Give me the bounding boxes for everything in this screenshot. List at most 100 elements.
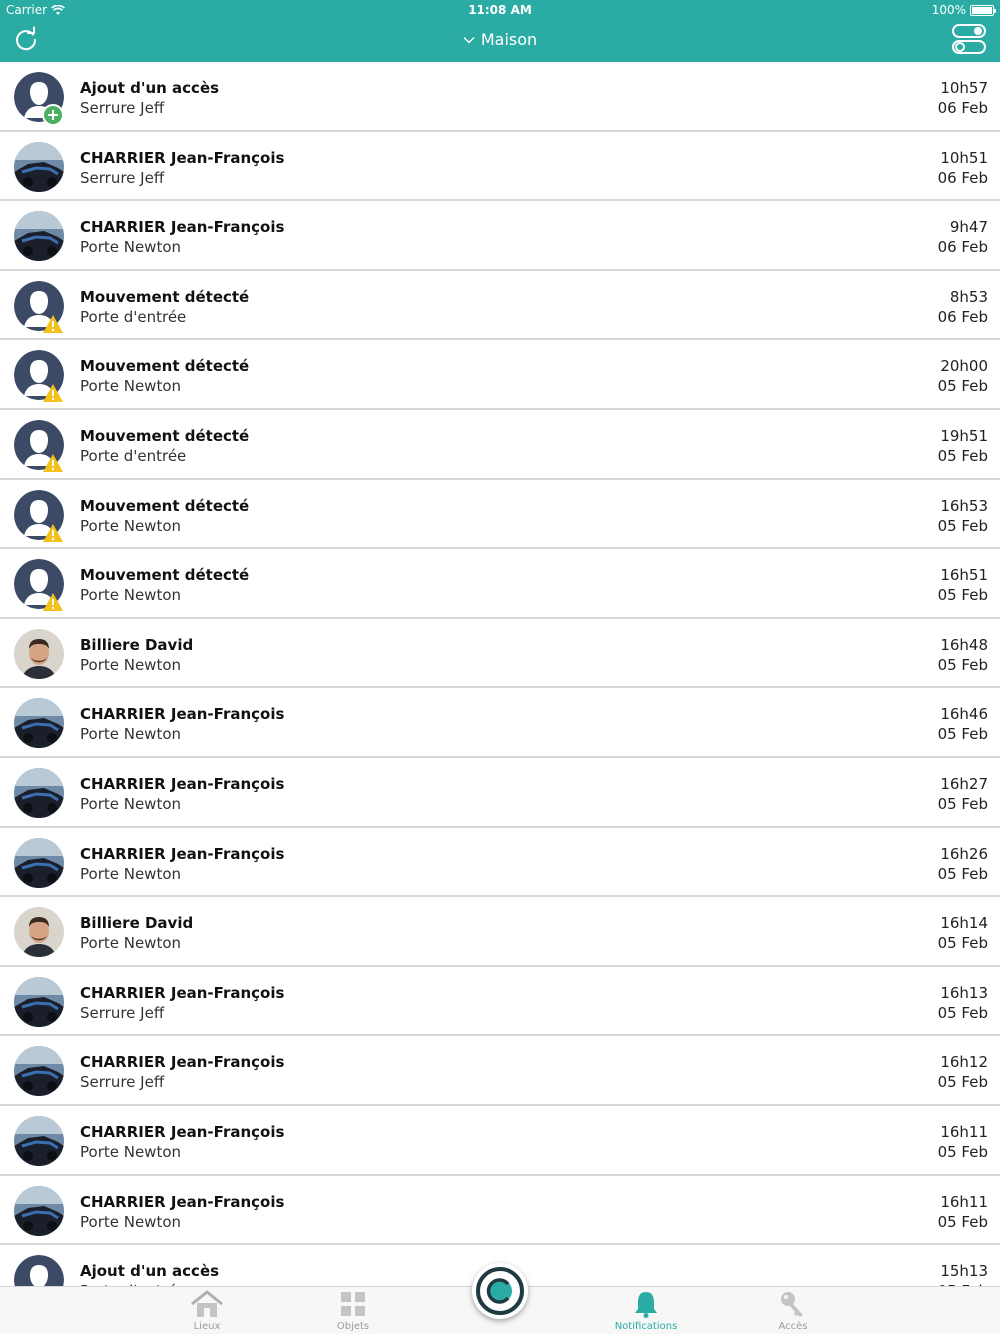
- user-photo: [14, 837, 64, 888]
- battery-icon: [970, 4, 996, 16]
- notification-place: Serrure Jeff: [80, 1003, 165, 1022]
- avatar: [14, 628, 64, 679]
- plus-badge-icon: [42, 104, 64, 126]
- navbar: Maison: [0, 20, 1000, 62]
- warning-icon: [43, 384, 63, 403]
- notification-row[interactable]: Mouvement détecté Porte Newton 16h53 05 Feb: [0, 480, 1000, 550]
- notification-row[interactable]: Mouvement détecté Porte d'entrée 8h53 06 Fe…: [0, 271, 1000, 341]
- notification-list: Ajout d'un accès Serrure Jeff 10h57 06 Feb C…: [0, 62, 1000, 1286]
- avatar: [14, 976, 64, 1027]
- notification-datetime: 16h48 05 Feb: [938, 635, 988, 675]
- warning-icon: [43, 523, 63, 542]
- notification-datetime: 15h1305 Feb: [938, 1261, 988, 1286]
- notification-date: 06 Feb: [937, 168, 988, 187]
- avatar: [14, 141, 64, 192]
- notification-text: CHARRIER Jean-François Porte Newton: [80, 774, 284, 814]
- grid-icon: [341, 1292, 365, 1316]
- notification-datetime: 19h51 05 Feb: [938, 426, 988, 466]
- notification-place: Porte Newton: [80, 586, 182, 605]
- notification-datetime: 16h11 05 Feb: [938, 1192, 988, 1232]
- notification-time: 8h53: [949, 287, 988, 306]
- status-bar: Carrier 11:08 AM 100%: [0, 0, 1000, 20]
- app-logo-icon: [476, 1267, 524, 1315]
- notification-row[interactable]: Billiere David Porte Newton 16h14 05 Feb: [0, 897, 1000, 967]
- tab-acces[interactable]: Accès: [733, 1289, 853, 1332]
- notification-row[interactable]: Billiere David Porte Newton 16h48 05 Feb: [0, 619, 1000, 689]
- notification-title: CHARRIER Jean-François: [80, 1122, 285, 1141]
- notification-time: 20h00: [940, 357, 988, 376]
- notification-row[interactable]: Mouvement détecté Porte Newton 20h00 05 Feb: [0, 340, 1000, 410]
- notification-date: 05 Feb: [937, 725, 988, 744]
- notification-datetime: 16h27 05 Feb: [938, 774, 988, 814]
- notification-time: 16h53: [940, 496, 988, 515]
- user-photo: [14, 767, 64, 818]
- notification-text: Mouvement détecté Porte Newton: [80, 356, 249, 396]
- notification-time: 9h47: [949, 218, 988, 237]
- notification-row[interactable]: CHARRIER Jean-François Porte Newton 9h47 06…: [0, 201, 1000, 271]
- notification-place: Porte Newton: [80, 794, 182, 813]
- notification-title: Ajout d'un accès: [80, 1262, 220, 1281]
- notification-date: 05 Feb: [937, 934, 988, 953]
- tab-lieux[interactable]: Lieux: [147, 1289, 267, 1332]
- notification-datetime: 16h51 05 Feb: [938, 565, 988, 605]
- notification-date: 06 Feb: [937, 99, 988, 117]
- avatar: [14, 767, 64, 818]
- notification-title: CHARRIER Jean-François: [80, 844, 285, 863]
- notification-datetime: 16h53 05 Feb: [938, 496, 988, 536]
- notification-title: CHARRIER Jean-François: [80, 983, 285, 1002]
- notification-title: Billiere David: [80, 914, 194, 933]
- notification-place: Serrure Jeff: [80, 1073, 165, 1092]
- notification-row[interactable]: CHARRIER Jean-François Serrure Jeff 10h51 0…: [0, 132, 1000, 202]
- tab-notifications[interactable]: Notifications: [586, 1289, 706, 1332]
- user-placeholder-icon: [14, 1255, 64, 1286]
- key-icon: [781, 1292, 803, 1317]
- user-photo: [14, 211, 64, 262]
- location-selector[interactable]: Maison: [0, 30, 1000, 49]
- notification-date: 06 Feb: [937, 307, 988, 326]
- notification-row[interactable]: CHARRIER Jean-François Porte Newton 16h11 0…: [0, 1106, 1000, 1176]
- notification-row[interactable]: CHARRIER Jean-François Serrure Jeff 16h13 0…: [0, 967, 1000, 1037]
- notification-title: Billiere David: [80, 635, 194, 654]
- notification-row[interactable]: CHARRIER Jean-François Porte Newton 16h27 0…: [0, 758, 1000, 828]
- notification-row[interactable]: Mouvement détecté Porte Newton 16h51 05 Feb: [0, 549, 1000, 619]
- notification-row[interactable]: Mouvement détecté Porte d'entrée 19h51 05 F…: [0, 410, 1000, 480]
- notification-place: Porte Newton: [80, 934, 182, 953]
- notification-row[interactable]: CHARRIER Jean-François Porte Newton 16h11 0…: [0, 1176, 1000, 1246]
- notification-text: Mouvement détecté Porte Newton: [80, 496, 249, 536]
- notification-time: 16h46: [940, 705, 988, 724]
- notification-place: Porte Newton: [80, 238, 182, 257]
- notification-row[interactable]: CHARRIER Jean-François Porte Newton 16h46 0…: [0, 688, 1000, 758]
- notification-date: 06 Feb: [937, 238, 988, 257]
- notification-place: Porte Newton: [80, 725, 182, 744]
- notification-text: CHARRIER Jean-François Porte Newton: [80, 1122, 284, 1162]
- page-title: Maison: [480, 30, 538, 49]
- notification-time: 16h27: [940, 774, 988, 793]
- notification-datetime: 10h51 06 Feb: [938, 148, 988, 188]
- notification-row[interactable]: Ajout d'un accès Serrure Jeff 10h57 06 Feb: [0, 62, 1000, 132]
- user-photo: [14, 698, 64, 749]
- tab-label: Lieux: [193, 1321, 221, 1332]
- notification-place: Porte Newton: [80, 1142, 182, 1161]
- notification-date: 05 Feb: [937, 446, 988, 465]
- battery-indicator: 100%: [932, 3, 996, 17]
- user-photo: [14, 1046, 64, 1097]
- notification-datetime: 16h13 05 Feb: [938, 983, 988, 1023]
- center-action-button[interactable]: [472, 1263, 528, 1319]
- toggle-switches-icon[interactable]: [952, 24, 986, 54]
- user-photo: [14, 976, 64, 1027]
- user-photo: [14, 141, 64, 192]
- notification-title: CHARRIER Jean-François: [80, 148, 285, 167]
- warning-icon: [43, 453, 63, 472]
- notification-title: Mouvement détecté: [80, 357, 250, 376]
- notification-text: Ajout d'un accèsPorte d'entrée: [80, 1261, 219, 1286]
- notification-place: Serrure Jeff: [80, 99, 165, 117]
- notification-text: CHARRIER Jean-François Porte Newton: [80, 704, 284, 744]
- notification-row[interactable]: CHARRIER Jean-François Serrure Jeff 16h12 0…: [0, 1036, 1000, 1106]
- notification-row[interactable]: CHARRIER Jean-François Porte Newton 16h26 0…: [0, 828, 1000, 898]
- notification-place: Porte d'entrée: [80, 307, 187, 326]
- notification-time: 10h57: [940, 79, 988, 97]
- notification-text: CHARRIER Jean-François Porte Newton: [80, 217, 284, 257]
- tab-objets[interactable]: Objets: [293, 1289, 413, 1332]
- notification-place: Porte Newton: [80, 516, 182, 535]
- status-time: 11:08 AM: [468, 3, 532, 17]
